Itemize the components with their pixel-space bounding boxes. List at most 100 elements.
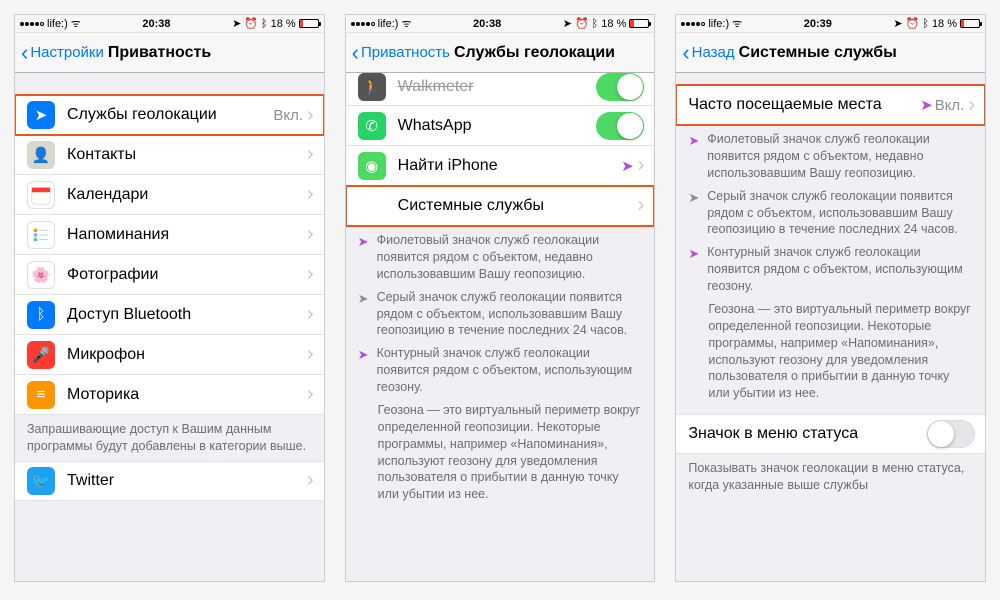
bluetooth-icon: ᛒ <box>27 301 55 329</box>
toggle-walkmeter[interactable] <box>596 73 644 101</box>
row-reminders[interactable]: Напоминания › <box>15 215 324 255</box>
signal-dots <box>20 22 44 26</box>
row-value: Вкл. <box>273 107 303 124</box>
row-find-iphone[interactable]: ◉ Найти iPhone ➤ › <box>346 146 655 186</box>
row-frequent-locations[interactable]: Часто посещаемые места ➤Вкл. › <box>676 85 985 125</box>
back-label: Настройки <box>30 44 104 61</box>
motion-icon: ≡ <box>27 381 55 409</box>
status-bar: life:) ᯤ 20:38 ➤ ⏰ ᛒ 18 % <box>346 15 655 33</box>
row-value-text: Вкл. <box>935 97 965 114</box>
info-gray: ➤Серый значок служб геолокации появится … <box>688 188 973 239</box>
toggle-status-icon[interactable] <box>927 420 975 448</box>
photos-icon: 🌸 <box>27 261 55 289</box>
row-label: Twitter <box>67 472 307 490</box>
row-twitter[interactable]: 🐦 Twitter › <box>15 461 324 501</box>
wifi-icon: ᯤ <box>732 16 742 31</box>
location-outline-icon: ➤ <box>358 346 369 396</box>
microphone-icon: 🎤 <box>27 341 55 369</box>
carrier-label: life:) <box>708 18 729 30</box>
whatsapp-icon: ✆ <box>358 112 386 140</box>
row-whatsapp[interactable]: ✆ WhatsApp <box>346 106 655 146</box>
location-indicator-icon: ➤ <box>563 17 572 30</box>
row-walkmeter[interactable]: 🚶 Walkmeter <box>346 73 655 106</box>
location-gray-icon: ➤ <box>688 189 699 239</box>
page-title: Службы геолокации <box>454 44 615 62</box>
chevron-right-icon: › <box>307 183 314 206</box>
battery-icon <box>629 19 649 28</box>
battery-percent: 18 % <box>601 18 626 30</box>
chevron-right-icon: › <box>307 469 314 492</box>
clock: 20:38 <box>142 18 170 30</box>
info-outline: ➤Контурный значок служб геолокации появи… <box>688 244 973 295</box>
back-button[interactable]: ‹Настройки <box>21 42 104 64</box>
row-motion[interactable]: ≡ Моторика › <box>15 375 324 415</box>
battery-icon <box>960 19 980 28</box>
chevron-right-icon: › <box>968 94 975 117</box>
signal-dots <box>681 22 705 26</box>
row-label: Контакты <box>67 146 307 164</box>
signal-dots <box>351 22 375 26</box>
calendar-icon <box>27 181 55 209</box>
row-system-services[interactable]: Системные службы › <box>346 186 655 226</box>
row-calendars[interactable]: Календари › <box>15 175 324 215</box>
row-label: Фотографии <box>67 266 307 284</box>
row-status-icon[interactable]: Значок в меню статуса <box>676 414 985 454</box>
info-geofence: Геозона — это виртуальный периметр вокру… <box>688 301 973 402</box>
chevron-right-icon: › <box>307 303 314 326</box>
row-bluetooth[interactable]: ᛒ Доступ Bluetooth › <box>15 295 324 335</box>
location-active-icon: ➤ <box>621 157 634 175</box>
row-label: Walkmeter <box>398 78 597 96</box>
chevron-left-icon: ‹ <box>352 42 359 64</box>
location-icon: ➤ <box>27 101 55 129</box>
row-label: Доступ Bluetooth <box>67 306 307 324</box>
bluetooth-icon: ᛒ <box>922 18 929 30</box>
row-label: Микрофон <box>67 346 307 364</box>
carrier-label: life:) <box>47 18 68 30</box>
row-microphone[interactable]: 🎤 Микрофон › <box>15 335 324 375</box>
info-gray: ➤Серый значок служб геолокации появится … <box>358 289 643 340</box>
screen-privacy: life:) ᯤ 20:38 ➤ ⏰ ᛒ 18 % ‹Настройки При… <box>14 14 325 582</box>
wifi-icon: ᯤ <box>71 16 81 31</box>
back-button[interactable]: ‹Назад <box>682 42 734 64</box>
row-contacts[interactable]: 👤 Контакты › <box>15 135 324 175</box>
row-label: Напоминания <box>67 226 307 244</box>
location-active-icon: ➤ <box>920 96 933 114</box>
footer-note: Показывать значок геолокации в меню стат… <box>676 454 985 500</box>
row-label: Найти iPhone <box>398 157 621 175</box>
chevron-right-icon: › <box>307 343 314 366</box>
wifi-icon: ᯤ <box>401 16 411 31</box>
nav-bar: ‹Приватность Службы геолокации <box>346 33 655 73</box>
back-label: Назад <box>692 44 735 61</box>
row-photos[interactable]: 🌸 Фотографии › <box>15 255 324 295</box>
status-bar: life:) ᯤ 20:39 ➤ ⏰ ᛒ 18 % <box>676 15 985 33</box>
find-iphone-icon: ◉ <box>358 152 386 180</box>
clock: 20:38 <box>473 18 501 30</box>
chevron-right-icon: › <box>307 263 314 286</box>
battery-percent: 18 % <box>271 18 296 30</box>
screen-location-services: life:) ᯤ 20:38 ➤ ⏰ ᛒ 18 % ‹Приватность С… <box>345 14 656 582</box>
nav-bar: ‹Назад Системные службы <box>676 33 985 73</box>
info-purple: ➤Фиолетовый значок служб геолокации появ… <box>688 131 973 182</box>
row-label: Моторика <box>67 386 307 404</box>
location-indicator-icon: ➤ <box>232 17 241 30</box>
reminders-icon <box>27 221 55 249</box>
back-label: Приватность <box>361 44 450 61</box>
battery-percent: 18 % <box>932 18 957 30</box>
page-title: Системные службы <box>739 44 897 62</box>
row-label: Системные службы <box>398 197 638 215</box>
chevron-right-icon: › <box>307 383 314 406</box>
row-label: Службы геолокации <box>67 106 273 124</box>
row-label: Значок в меню статуса <box>688 425 927 443</box>
page-title: Приватность <box>108 44 211 62</box>
back-button[interactable]: ‹Приватность <box>352 42 450 64</box>
chevron-right-icon: › <box>307 143 314 166</box>
toggle-whatsapp[interactable] <box>596 112 644 140</box>
walkmeter-icon: 🚶 <box>358 73 386 101</box>
alarm-icon: ⏰ <box>906 17 920 30</box>
footer-note: Запрашивающие доступ к Вашим данным прог… <box>15 415 324 461</box>
chevron-left-icon: ‹ <box>21 42 28 64</box>
twitter-icon: 🐦 <box>27 467 55 495</box>
row-location-services[interactable]: ➤ Службы геолокации Вкл. › <box>15 95 324 135</box>
location-outline-icon: ➤ <box>688 245 699 295</box>
status-bar: life:) ᯤ 20:38 ➤ ⏰ ᛒ 18 % <box>15 15 324 33</box>
